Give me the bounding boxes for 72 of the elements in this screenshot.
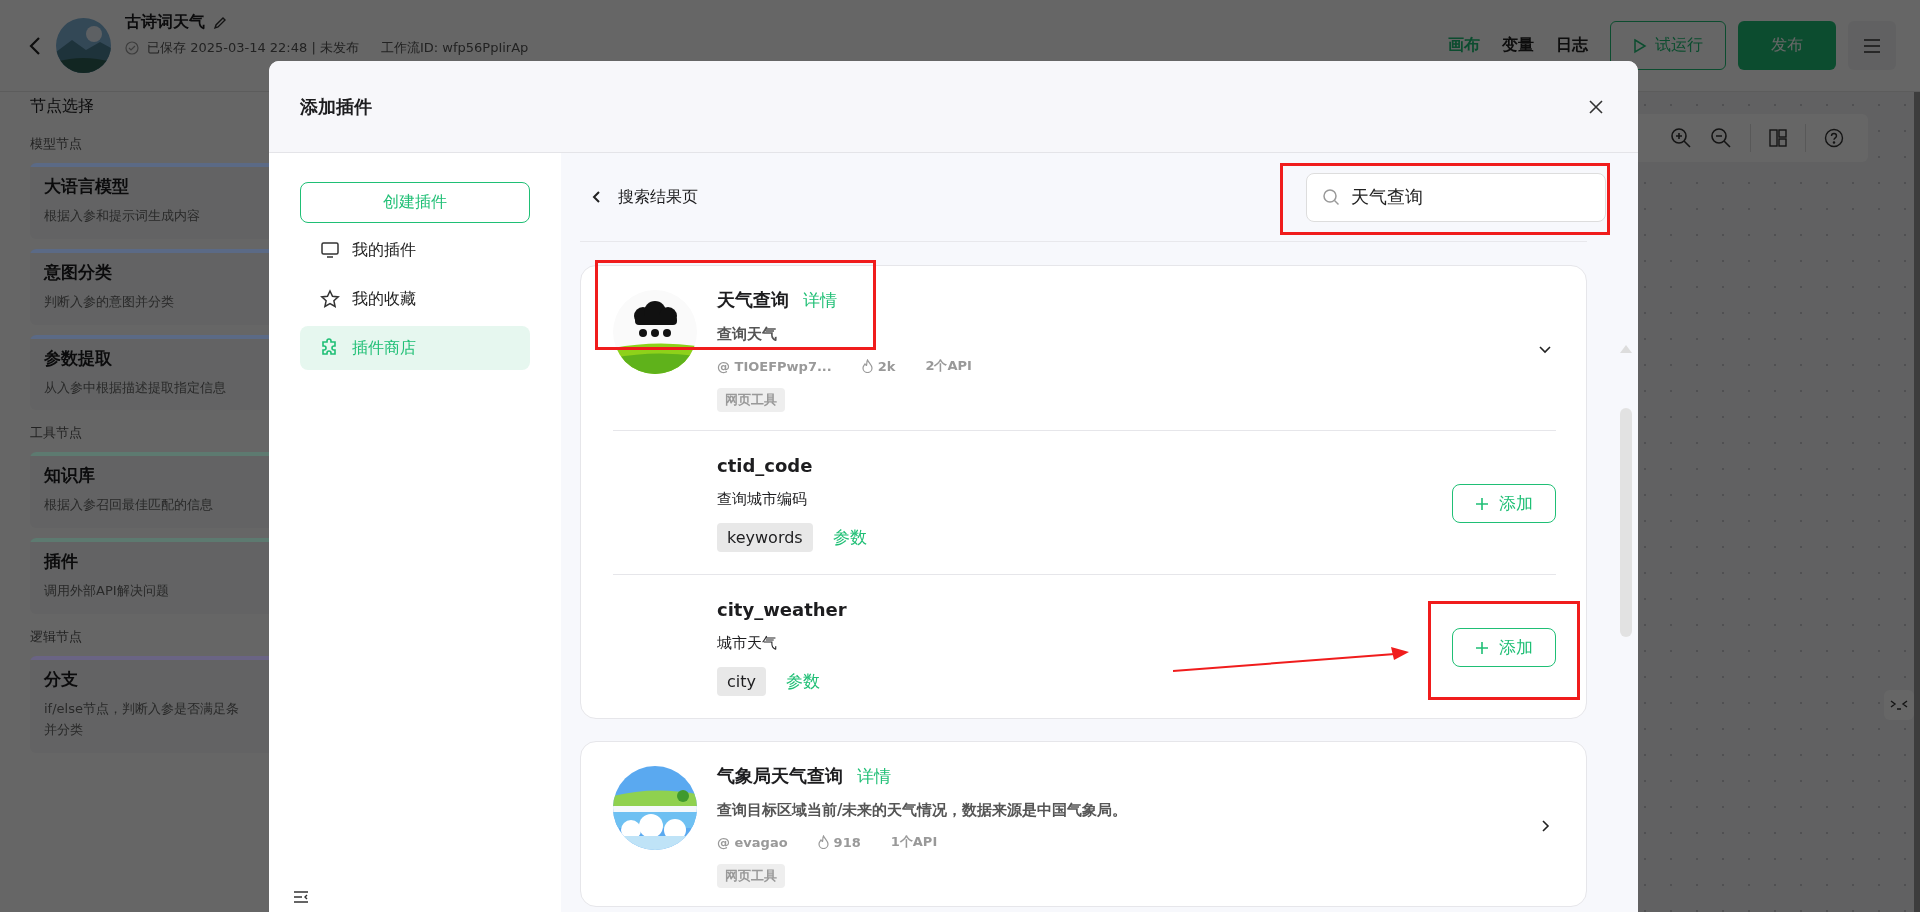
tool-description: 城市天气	[717, 634, 778, 653]
header-tab[interactable]: 变量	[1496, 31, 1540, 60]
tool-name: ctid_code	[717, 455, 814, 476]
parameters-link[interactable]: 参数	[832, 526, 867, 549]
publish-button[interactable]: 发布	[1738, 21, 1836, 70]
header-tab[interactable]: 日志	[1550, 31, 1594, 60]
panel-title: 节点选择	[30, 96, 95, 117]
plugin-description: 查询目标区域当前/未来的天气情况，数据来源是中国气象局。	[717, 801, 1129, 820]
star-icon	[320, 289, 340, 309]
category-tag: 网页工具	[717, 864, 785, 888]
node-title: 知识库	[44, 464, 96, 488]
plugin-author: @ evagao	[717, 834, 788, 850]
page-title: 搜索结果页	[618, 186, 698, 208]
like-count: 2k	[877, 358, 896, 374]
play-icon	[1633, 37, 1647, 54]
node-description: 并分类	[44, 720, 84, 739]
api-count: 2个API	[925, 357, 972, 375]
plugin-author: @ TIOEFPwp7...	[717, 358, 832, 374]
flame-icon	[817, 835, 829, 849]
group-label: 工具节点	[30, 424, 83, 443]
node-title: 插件	[44, 550, 79, 574]
nav-item[interactable]: 插件商店	[300, 326, 530, 370]
plugin-name: 天气查询	[717, 288, 789, 312]
zoom-out-icon[interactable]	[1710, 127, 1732, 149]
group-label: 逻辑节点	[30, 628, 83, 646]
nav-item[interactable]: 我的插件	[300, 228, 530, 272]
collapse-icon[interactable]	[293, 890, 309, 904]
parameter-tag: keywords	[717, 523, 813, 552]
category-tag: 网页工具	[717, 388, 785, 412]
node-title: 大语言模型	[44, 175, 130, 198]
save-status: 已保存 2025-03-14 22:48 | 未发布	[147, 39, 359, 57]
parameter-tag: city	[717, 667, 766, 696]
help-icon[interactable]	[1824, 128, 1844, 148]
tool-name: city_weather	[717, 599, 848, 620]
check-circle-icon	[125, 41, 139, 55]
menu-icon	[1863, 38, 1881, 53]
parameters-link[interactable]: 参数	[786, 670, 820, 693]
plugin-name: 气象局天气查询	[717, 764, 843, 788]
nav-item[interactable]: 我的收藏	[300, 277, 530, 321]
details-link[interactable]: 详情	[803, 288, 837, 312]
plugin-description: 查询天气	[717, 325, 778, 344]
menu-button[interactable]	[1848, 21, 1896, 70]
node-title: 意图分类	[44, 260, 113, 284]
group-label: 模型节点	[30, 135, 83, 153]
add-button[interactable]: 添加	[1452, 628, 1556, 667]
details-link[interactable]: 详情	[857, 764, 891, 788]
pencil-icon[interactable]	[213, 15, 227, 30]
search-icon	[1322, 187, 1340, 206]
add-button[interactable]: 添加	[1452, 484, 1556, 523]
plus-icon	[1475, 640, 1489, 655]
monitor-icon	[320, 240, 340, 260]
dialog-title: 添加插件	[300, 94, 373, 119]
workflow-id: 工作流ID: wfp56PpIirAp	[380, 39, 529, 57]
zoom-in-icon[interactable]	[1670, 127, 1692, 149]
tool-description: 查询城市编码	[717, 490, 808, 509]
close-icon	[1588, 98, 1604, 115]
flame-icon	[861, 359, 873, 373]
like-count: 918	[833, 834, 861, 850]
node-title: 参数提取	[44, 346, 113, 370]
workflow-title: 古诗词天气	[125, 12, 205, 33]
node-title: 分支	[44, 668, 79, 691]
scrollbar-thumb[interactable]	[1620, 408, 1632, 637]
create-plugin-button[interactable]: 创建插件	[300, 182, 530, 223]
search-field[interactable]: 天气查询	[1306, 172, 1606, 222]
run-button[interactable]: 试运行	[1610, 21, 1726, 70]
header-tab[interactable]: 画布	[1442, 31, 1486, 60]
back-icon[interactable]	[592, 190, 602, 204]
api-count: 1个API	[890, 833, 938, 851]
assistant-button[interactable]	[1884, 690, 1914, 720]
layout-icon[interactable]	[1769, 129, 1787, 147]
face-icon	[1889, 699, 1909, 711]
plus-icon	[1475, 496, 1489, 511]
